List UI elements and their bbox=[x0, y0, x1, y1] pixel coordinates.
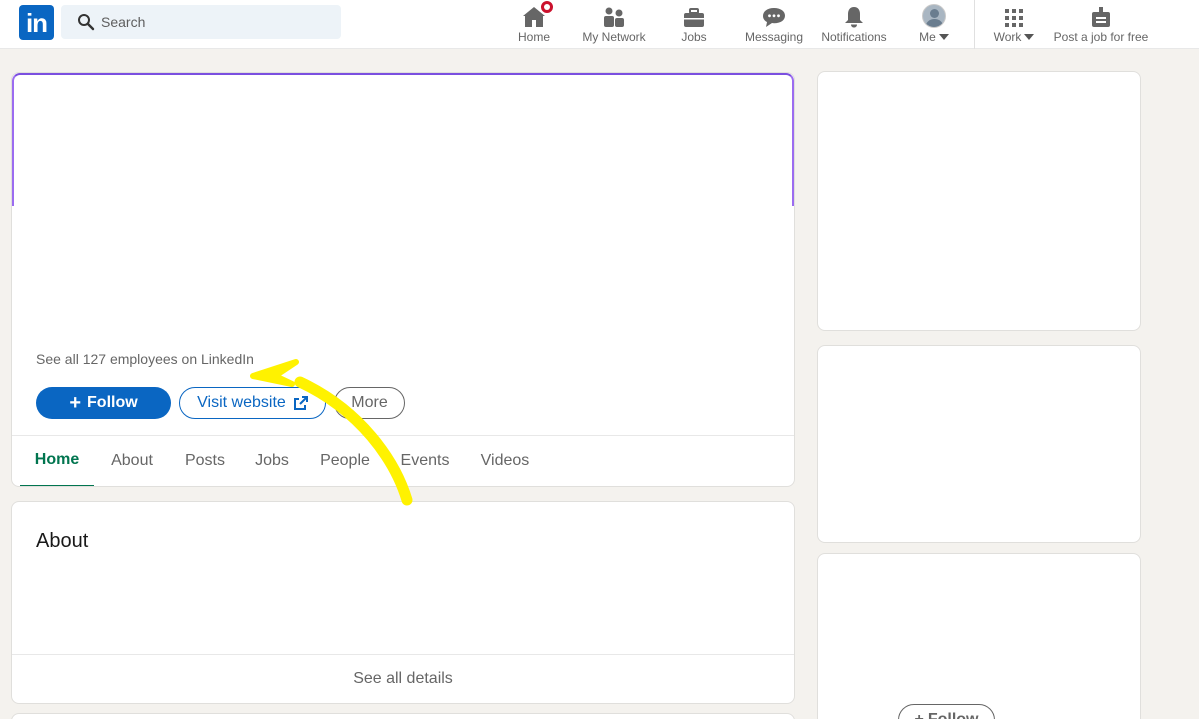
cover-banner bbox=[12, 73, 794, 206]
linkedin-logo[interactable]: in bbox=[19, 5, 54, 40]
my-network-icon bbox=[604, 7, 624, 27]
external-link-icon bbox=[293, 396, 308, 410]
nav-messaging[interactable]: Messaging bbox=[744, 0, 804, 49]
next-card bbox=[11, 713, 795, 719]
tab-people[interactable]: People bbox=[310, 435, 380, 486]
follow-button[interactable]: + Follow bbox=[36, 387, 171, 419]
tab-home[interactable]: Home bbox=[20, 435, 94, 486]
nav-label: My Network bbox=[582, 30, 646, 44]
grid-icon bbox=[1005, 9, 1023, 27]
chevron-down-icon bbox=[938, 34, 949, 40]
nav-work[interactable]: Work bbox=[990, 0, 1038, 49]
search-icon bbox=[78, 14, 95, 31]
nav-label: Me bbox=[919, 30, 936, 44]
nav-label: Jobs bbox=[681, 30, 707, 44]
more-label: More bbox=[351, 394, 388, 411]
see-all-details-link[interactable]: See all details bbox=[12, 655, 794, 703]
follow-label: Follow bbox=[87, 394, 138, 411]
tab-about[interactable]: About bbox=[100, 435, 164, 486]
nav-label: Home bbox=[517, 30, 550, 44]
nav-label: Messaging bbox=[744, 30, 804, 44]
more-button[interactable]: More bbox=[334, 387, 405, 419]
sidebar-follow-label: Follow bbox=[928, 711, 979, 719]
about-title: About bbox=[36, 530, 89, 552]
nav-label: Work bbox=[993, 30, 1022, 44]
visit-website-label: Visit website bbox=[197, 394, 286, 411]
nav-jobs[interactable]: Jobs bbox=[672, 0, 716, 49]
sidebar-card: + Follow bbox=[817, 553, 1141, 719]
sidebar-follow-button[interactable]: + Follow bbox=[898, 704, 995, 719]
nav-label: Post a job for free bbox=[1053, 30, 1149, 44]
nav-home[interactable]: Home bbox=[510, 0, 558, 49]
post-job-icon bbox=[1092, 7, 1110, 27]
search-bar[interactable] bbox=[61, 5, 341, 39]
nav-me[interactable]: Me bbox=[912, 0, 956, 49]
notification-badge bbox=[539, 0, 555, 15]
about-card: About See all details bbox=[11, 501, 795, 704]
nav-label: Notifications bbox=[821, 30, 887, 44]
company-header-card: See all 127 employees on LinkedIn + Foll… bbox=[11, 72, 795, 487]
top-nav-bar: in Home My Network bbox=[0, 0, 1199, 49]
tab-jobs[interactable]: Jobs bbox=[246, 435, 298, 486]
tab-videos[interactable]: Videos bbox=[470, 435, 540, 486]
nav-notifications[interactable]: Notifications bbox=[818, 0, 890, 49]
plus-icon: + bbox=[69, 392, 82, 414]
sidebar-card bbox=[817, 345, 1141, 543]
nav-divider bbox=[974, 0, 975, 49]
avatar bbox=[922, 4, 946, 28]
messaging-icon bbox=[763, 8, 785, 27]
nav-post-job[interactable]: Post a job for free bbox=[1052, 0, 1150, 49]
plus-icon: + bbox=[915, 711, 924, 719]
jobs-icon bbox=[684, 8, 704, 27]
see-all-employees-link[interactable]: See all 127 employees on LinkedIn bbox=[36, 351, 254, 367]
chevron-down-icon bbox=[1024, 34, 1035, 40]
notifications-icon bbox=[845, 7, 863, 28]
visit-website-button[interactable]: Visit website bbox=[179, 387, 326, 419]
nav-my-network[interactable]: My Network bbox=[578, 0, 650, 49]
tab-posts[interactable]: Posts bbox=[176, 435, 234, 486]
sidebar-card bbox=[817, 71, 1141, 331]
search-input[interactable] bbox=[101, 12, 331, 32]
tab-events[interactable]: Events bbox=[392, 435, 458, 486]
